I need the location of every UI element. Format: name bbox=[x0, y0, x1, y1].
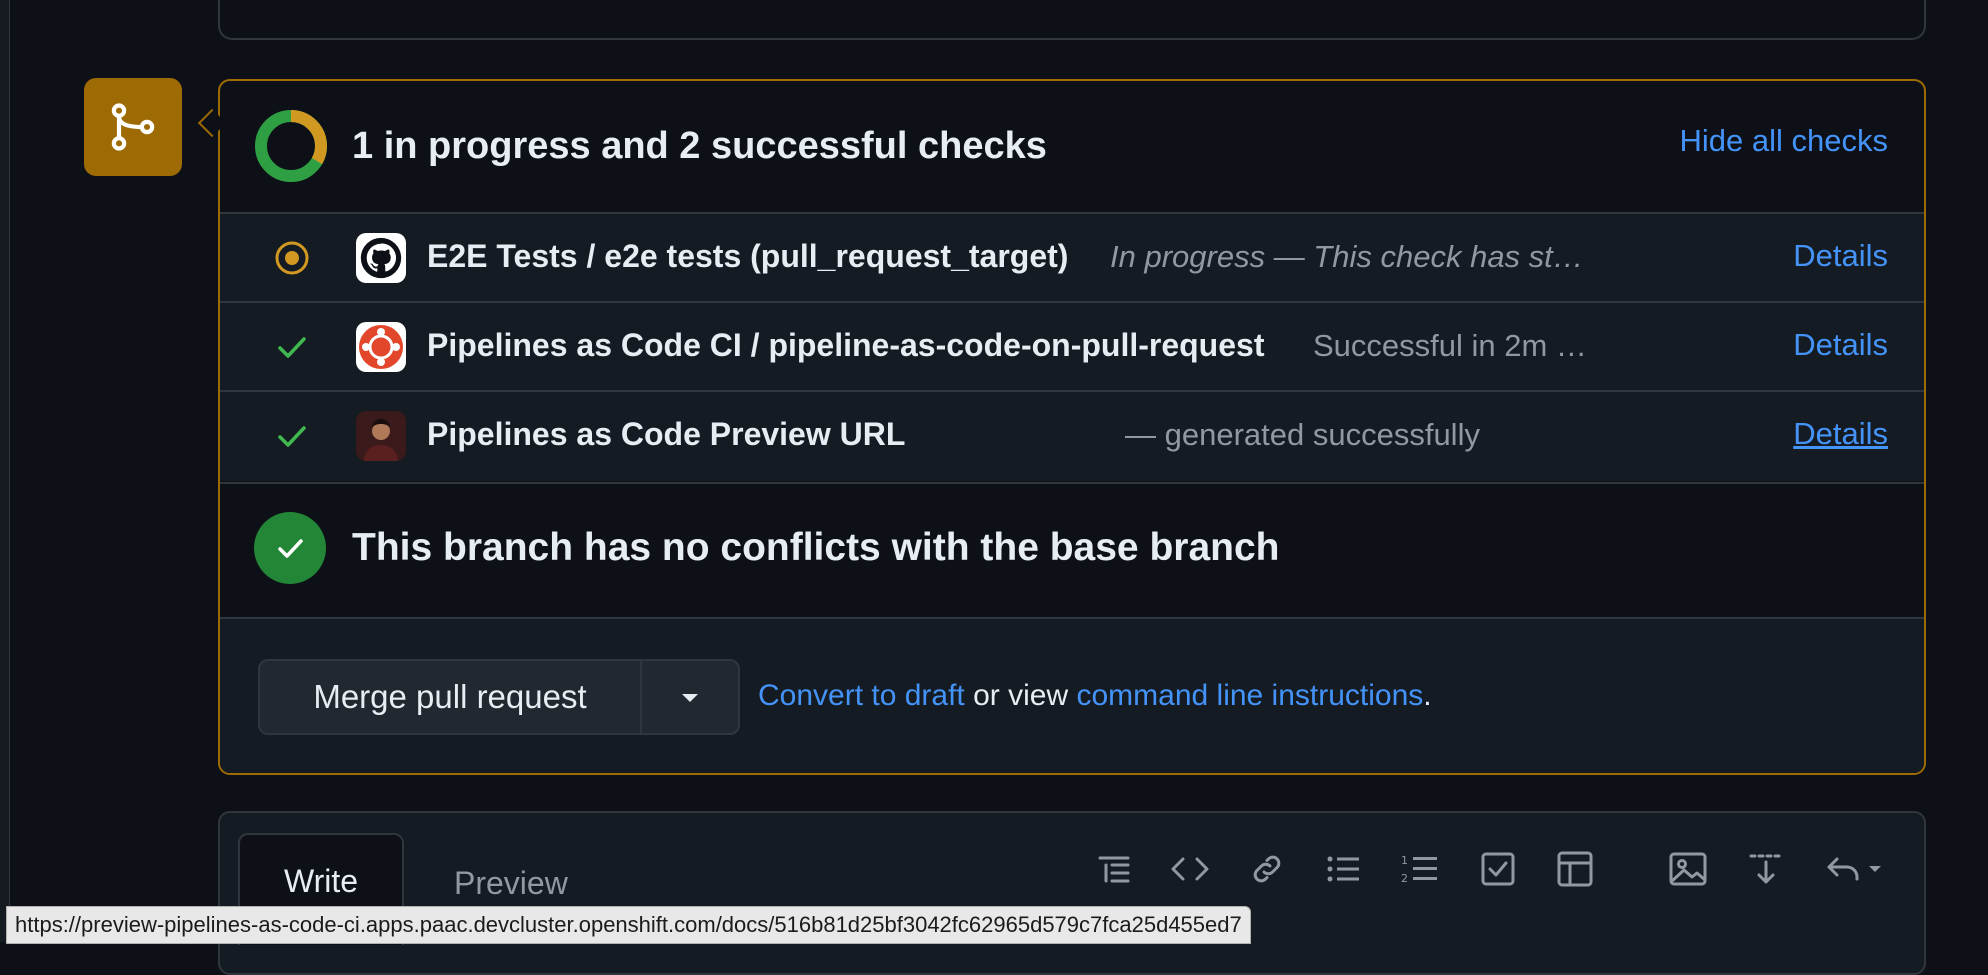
no-conflicts-text: This branch has no conflicts with the ba… bbox=[352, 526, 1280, 569]
checks-header: 1 in progress and 2 successful checks Hi… bbox=[220, 81, 1924, 212]
check-name: Pipelines as Code CI / pipeline-as-code-… bbox=[427, 327, 1265, 363]
undo-icon[interactable] bbox=[1822, 847, 1892, 891]
hide-all-checks-link[interactable]: Hide all checks bbox=[1680, 123, 1888, 159]
check-name: Pipelines as Code Preview URL bbox=[427, 416, 906, 452]
details-link[interactable]: Details bbox=[1793, 416, 1888, 452]
status-bar-url: https://preview-pipelines-as-code-ci.app… bbox=[6, 906, 1251, 944]
checks-donut-icon bbox=[255, 110, 327, 182]
check-row: Pipelines as Code CI / pipeline-as-code-… bbox=[220, 301, 1924, 392]
svg-text:2: 2 bbox=[1401, 872, 1408, 885]
check-description: — generated successfully bbox=[1125, 417, 1480, 452]
github-icon bbox=[356, 233, 406, 283]
chevron-down-icon bbox=[682, 694, 698, 702]
git-merge-icon bbox=[111, 103, 155, 151]
merge-pull-request-button[interactable]: Merge pull request bbox=[260, 661, 642, 733]
check-icon bbox=[278, 426, 306, 447]
heading-icon[interactable] bbox=[1092, 847, 1136, 891]
in-progress-icon bbox=[275, 241, 309, 275]
ordered-list-icon[interactable]: 12 bbox=[1398, 847, 1442, 891]
link-icon[interactable] bbox=[1245, 847, 1289, 891]
merge-help-text: Convert to draft or view command line in… bbox=[758, 679, 1432, 713]
or-view-text: or view bbox=[964, 679, 1077, 712]
check-name: E2E Tests / e2e tests (pull_request_targ… bbox=[427, 238, 1069, 274]
comment-editor: Write Preview 12 bbox=[218, 811, 1926, 975]
details-link[interactable]: Details bbox=[1793, 327, 1888, 363]
code-icon[interactable] bbox=[1168, 847, 1212, 891]
no-conflicts-section: This branch has no conflicts with the ba… bbox=[220, 482, 1924, 617]
check-description: Successful in 2m … bbox=[1313, 328, 1587, 363]
check-row: E2E Tests / e2e tests (pull_request_targ… bbox=[220, 212, 1924, 303]
left-edge bbox=[0, 0, 10, 942]
unordered-list-icon[interactable] bbox=[1322, 847, 1366, 891]
previous-timeline-box bbox=[218, 0, 1926, 40]
checks-summary: 1 in progress and 2 successful checks bbox=[352, 125, 1047, 167]
merge-button-group: Merge pull request bbox=[258, 659, 740, 735]
command-line-instructions-link[interactable]: command line instructions bbox=[1076, 679, 1423, 712]
merge-actions: Merge pull request Convert to draft or v… bbox=[220, 617, 1924, 773]
check-row: Pipelines as Code Preview URL — generate… bbox=[220, 390, 1924, 481]
svg-text:1: 1 bbox=[1401, 854, 1408, 867]
table-icon[interactable] bbox=[1553, 847, 1597, 891]
image-icon[interactable] bbox=[1666, 847, 1710, 891]
tab-preview[interactable]: Preview bbox=[454, 865, 568, 902]
merge-options-caret[interactable] bbox=[642, 661, 738, 733]
merge-box: 1 in progress and 2 successful checks Hi… bbox=[218, 79, 1926, 775]
period-text: . bbox=[1423, 679, 1432, 712]
pipelines-icon bbox=[356, 322, 406, 372]
insert-below-icon[interactable] bbox=[1744, 847, 1788, 891]
merge-badge bbox=[84, 78, 182, 176]
check-icon bbox=[278, 337, 306, 358]
success-check-icon bbox=[254, 512, 326, 584]
details-link[interactable]: Details bbox=[1793, 238, 1888, 274]
convert-to-draft-link[interactable]: Convert to draft bbox=[758, 679, 965, 712]
avatar-icon bbox=[356, 411, 406, 461]
check-description: In progress — This check has st… bbox=[1110, 239, 1584, 274]
task-list-icon[interactable] bbox=[1476, 847, 1520, 891]
